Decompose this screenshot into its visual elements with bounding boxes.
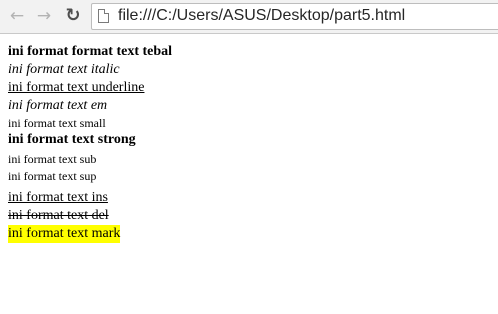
back-button[interactable]: ← [6,5,28,27]
reload-button[interactable]: ↻ [62,5,84,27]
page-icon [98,9,109,23]
sub-text: ini format text sub [8,152,97,166]
page-content: ini format format text tebal ini format … [8,43,488,243]
small-text: ini format text small [8,116,106,130]
mark-text: ini format text mark [8,225,121,243]
em-text: ini format text em [8,98,108,113]
url-text[interactable]: file:///C:/Users/ASUS/Desktop/part5.html [118,7,405,25]
address-bar[interactable]: file:///C:/Users/ASUS/Desktop/part5.html [91,3,498,30]
del-text: ini format text del [8,208,109,223]
arrow-left-icon: ← [9,5,25,26]
arrow-right-icon: → [36,5,52,26]
reload-icon: ↻ [65,5,81,26]
bold-text: ini format format text tebal [8,44,173,59]
underline-text: ini format text underline [8,80,145,95]
sup-text: ini format text sup [8,169,97,183]
italic-text: ini format text italic [8,62,120,77]
browser-toolbar: ← → ↻ file:///C:/Users/ASUS/Desktop/part… [0,0,498,34]
ins-text: ini format text ins [8,190,108,205]
strong-text: ini format text strong [8,132,136,147]
forward-button[interactable]: → [33,5,55,27]
